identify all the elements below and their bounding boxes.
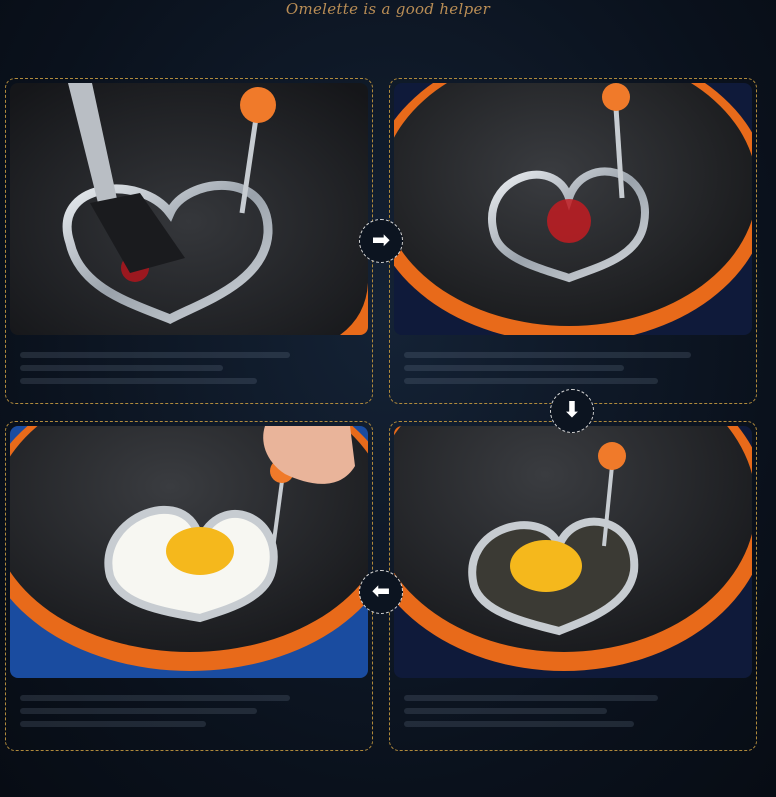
caption-placeholder	[20, 688, 358, 738]
arrow-right-icon: ➡	[359, 219, 403, 263]
arrow-down-icon: ⬇	[550, 389, 594, 433]
caption-placeholder	[404, 688, 742, 738]
photo-place-ring	[394, 83, 752, 335]
page-title: Omelette is a good helper	[285, 0, 491, 18]
photo-cook-egg	[394, 426, 752, 678]
step-panel-place-ring	[389, 78, 757, 404]
photo-brush-oil	[10, 83, 368, 335]
photo-pour-egg	[10, 426, 368, 678]
caption-placeholder	[20, 345, 358, 395]
step-panel-cook-egg	[389, 421, 757, 751]
arrow-left-icon: ⬅	[359, 570, 403, 614]
step-panel-pour-egg	[5, 421, 373, 751]
caption-placeholder	[404, 345, 742, 395]
step-panel-brush-oil	[5, 78, 373, 404]
